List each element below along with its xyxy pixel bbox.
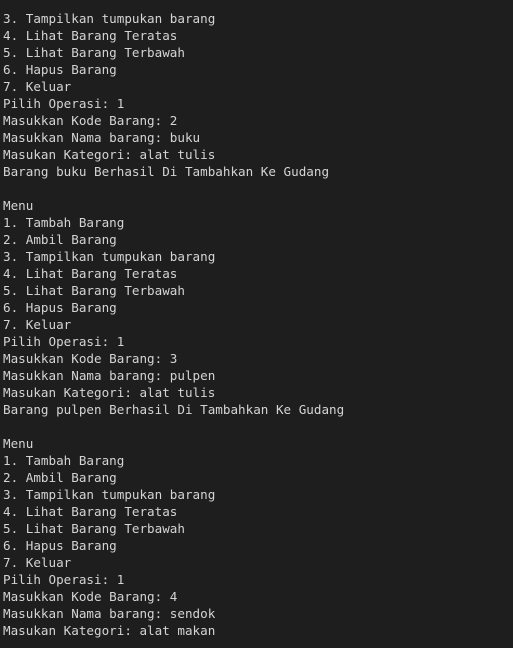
terminal-line: Masukkan Kode Barang: 3	[3, 351, 178, 366]
terminal-line: Barang pulpen Berhasil Di Tambahkan Ke G…	[3, 402, 345, 417]
terminal-line: 5. Lihat Barang Terbawah	[3, 283, 185, 298]
terminal-line: 4. Lihat Barang Teratas	[3, 266, 178, 281]
terminal-line: Pilih Operasi: 1	[3, 96, 125, 111]
terminal-line: Masukkan Nama barang: sendok	[3, 606, 216, 621]
terminal-line: 6. Hapus Barang	[3, 538, 117, 553]
terminal-line: Masukan Kategori: alat makan	[3, 623, 216, 638]
terminal-line: 7. Keluar	[3, 317, 72, 332]
terminal-line: 7. Keluar	[3, 555, 72, 570]
terminal-line: 5. Lihat Barang Terbawah	[3, 45, 185, 60]
terminal-line: 3. Tampilkan tumpukan barang	[3, 487, 216, 502]
terminal-line: 3. Tampilkan tumpukan barang	[3, 11, 216, 26]
terminal-line: 3. Tampilkan tumpukan barang	[3, 249, 216, 264]
terminal-line: Masukkan Kode Barang: 2	[3, 113, 178, 128]
terminal-line: 6. Hapus Barang	[3, 300, 117, 315]
terminal-line: 1. Tambah Barang	[3, 453, 125, 468]
terminal-line: Pilih Operasi: 1	[3, 334, 125, 349]
terminal-line: Masukkan Kode Barang: 4	[3, 589, 178, 604]
terminal-line: 1. Tambah Barang	[3, 215, 125, 230]
terminal-line: Masukkan Nama barang: buku	[3, 130, 201, 145]
terminal-line: 4. Lihat Barang Teratas	[3, 504, 178, 519]
terminal-line: 4. Lihat Barang Teratas	[3, 28, 178, 43]
terminal-line: 5. Lihat Barang Terbawah	[3, 521, 185, 536]
terminal-line: Pilih Operasi: 1	[3, 572, 125, 587]
terminal-output[interactable]: 3. Tampilkan tumpukan barang 4. Lihat Bar…	[0, 0, 513, 648]
terminal-line: Menu	[3, 436, 34, 451]
terminal-line: Menu	[3, 198, 34, 213]
terminal-line: 7. Keluar	[3, 79, 72, 94]
terminal-line: Masukan Kategori: alat tulis	[3, 385, 216, 400]
terminal-line: 2. Ambil Barang	[3, 470, 117, 485]
terminal-line: Masukkan Nama barang: pulpen	[3, 368, 216, 383]
terminal-line: Barang buku Berhasil Di Tambahkan Ke Gud…	[3, 164, 330, 179]
terminal-line: 6. Hapus Barang	[3, 62, 117, 77]
terminal-line: 2. Ambil Barang	[3, 232, 117, 247]
terminal-line: Masukan Kategori: alat tulis	[3, 147, 216, 162]
